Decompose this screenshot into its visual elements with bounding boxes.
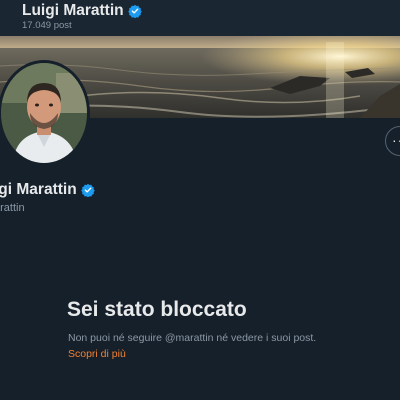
more-options-button[interactable]: ··· <box>385 126 400 156</box>
avatar[interactable] <box>0 60 90 166</box>
profile-page: Luigi Marattin 17.049 post · igi Maratti… <box>0 0 400 400</box>
verified-badge-icon <box>127 4 142 18</box>
post-count: 17.049 post <box>22 20 72 31</box>
top-header: Luigi Marattin 17.049 post <box>0 0 400 36</box>
profile-name: igi Marattin <box>0 181 77 198</box>
header-name: Luigi Marattin <box>22 2 124 19</box>
learn-more-link[interactable]: Scopri di più <box>68 348 126 360</box>
header-name-row: Luigi Marattin <box>22 2 142 20</box>
profile-handle: arattin <box>0 202 25 214</box>
avatar-image <box>1 63 87 163</box>
blocked-title: Sei stato bloccato <box>67 298 247 321</box>
more-options-icon: ··· <box>392 132 400 148</box>
blocked-description: Non puoi né seguire @marattin né vedere … <box>68 332 317 344</box>
profile-name-row: igi Marattin <box>0 181 95 199</box>
verified-badge-icon <box>80 183 95 197</box>
